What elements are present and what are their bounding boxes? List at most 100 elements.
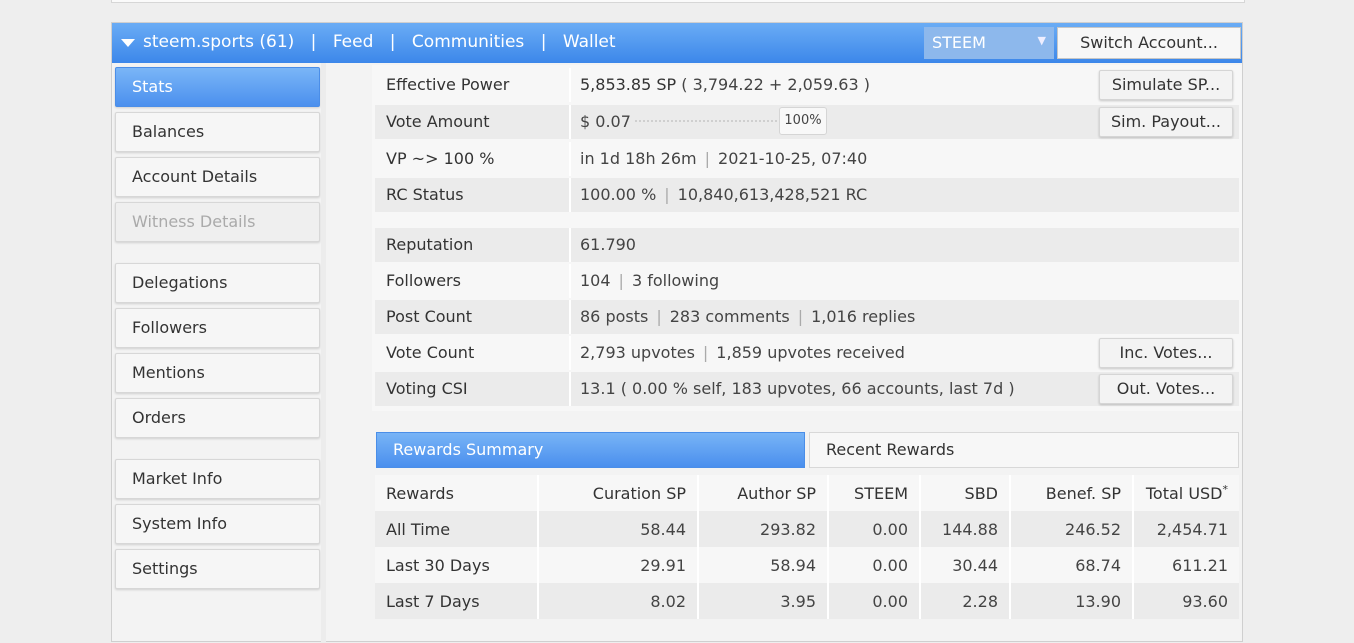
communities-link[interactable]: Communities [412, 32, 524, 52]
sidebar-item-account-details[interactable]: Account Details [115, 157, 320, 197]
stat-row-effective-power: Effective Power 5,853.85 SP ( 3,794.22 +… [375, 68, 1239, 102]
inc-votes-button[interactable]: Inc. Votes... [1099, 338, 1233, 368]
vote-weight-percent[interactable]: 100% [779, 107, 827, 135]
stat-row-followers: Followers 104 | 3 following [375, 264, 1239, 298]
account-header: steem.sports (61) | Feed | Communities |… [112, 23, 1242, 63]
out-votes-button[interactable]: Out. Votes... [1099, 374, 1233, 404]
column-header: Curation SP [538, 475, 699, 511]
rc-amount: 10,840,613,428,521 RC [677, 185, 868, 204]
curation-sp-cell: 58.44 [538, 511, 699, 547]
stat-row-voting-csi: Voting CSI 13.1 ( 0.00 % self, 183 upvot… [375, 372, 1239, 406]
stat-value: 86 posts | 283 comments | 1,016 replies [580, 300, 915, 334]
value-separator: | [704, 149, 711, 168]
stat-label: Vote Count [375, 336, 571, 370]
sidebar-item-settings[interactable]: Settings [115, 549, 320, 589]
collapse-caret-icon[interactable] [121, 39, 135, 47]
stat-row-vote-count: Vote Count 2,793 upvotes | 1,859 upvotes r… [375, 336, 1239, 370]
stat-label: Post Count [375, 300, 571, 334]
total-usd-label: Total USD [1145, 483, 1223, 503]
stat-value: 100.00 % | 10,840,613,428,521 RC [580, 178, 867, 212]
benef-sp-cell: 13.90 [1010, 583, 1134, 619]
row-period: Last 30 Days [375, 547, 539, 583]
sim-payout-button[interactable]: Sim. Payout... [1099, 107, 1233, 137]
followers-count: 104 [580, 271, 611, 290]
sbd-cell: 30.44 [920, 547, 1011, 583]
sbd-cell: 2.28 [920, 583, 1011, 619]
column-header: Author SP [698, 475, 829, 511]
rewards-summary-table: Rewards Curation SP Author SP STEEM SBD … [375, 475, 1239, 619]
sidebar-item-followers[interactable]: Followers [115, 308, 320, 348]
author-sp-cell: 3.95 [698, 583, 829, 619]
steem-cell: 0.00 [828, 583, 921, 619]
total-usd-cell: 611.21 [1133, 547, 1239, 583]
sidebar-item-orders[interactable]: Orders [115, 398, 320, 438]
replies-count: 1,016 replies [811, 307, 916, 326]
stat-label: Followers [375, 264, 571, 298]
table-row: Last 7 Days 8.02 3.95 0.00 2.28 13.90 93… [375, 583, 1239, 619]
table-row: Last 30 Days 29.91 58.94 0.00 30.44 68.7… [375, 547, 1239, 583]
effective-power-breakdown: ( 3,794.22 + 2,059.63 ) [681, 75, 870, 94]
sidebar-item-witness-details: Witness Details [115, 202, 320, 242]
column-header: Benef. SP [1010, 475, 1134, 511]
tab-rewards-summary[interactable]: Rewards Summary [376, 432, 805, 468]
author-sp-cell: 58.94 [698, 547, 829, 583]
sidebar-item-delegations[interactable]: Delegations [115, 263, 320, 303]
benef-sp-cell: 68.74 [1010, 547, 1134, 583]
vote-amount-value: $ 0.07 [580, 112, 631, 131]
vote-weight-slider[interactable] [635, 120, 777, 122]
total-usd-footnote-marker: * [1222, 482, 1229, 496]
simulate-sp-button[interactable]: Simulate SP... [1099, 70, 1233, 100]
switch-account-button[interactable]: Switch Account... [1057, 27, 1241, 59]
currency-select-value: STEEM [932, 33, 986, 52]
top-panel-edge [111, 0, 1245, 3]
posts-count: 86 posts [580, 307, 649, 326]
stat-value: 104 | 3 following [580, 264, 719, 298]
stat-value: 5,853.85 SP ( 3,794.22 + 2,059.63 ) [580, 68, 870, 102]
dropdown-arrow-icon: ▼ [1037, 34, 1046, 47]
sidebar-item-system-info[interactable]: System Info [115, 504, 320, 544]
stat-value: 2,793 upvotes | 1,859 upvotes received [580, 336, 905, 370]
value-separator: | [702, 343, 709, 362]
nav-separator: | [310, 32, 317, 52]
total-usd-cell: 93.60 [1133, 583, 1239, 619]
table-row: All Time 58.44 293.82 0.00 144.88 246.52… [375, 511, 1239, 547]
sidebar-item-market-info[interactable]: Market Info [115, 459, 320, 499]
stat-row-rc-status: RC Status 100.00 % | 10,840,613,428,521 RC [375, 178, 1239, 212]
vp-time-remaining: in 1d 18h 26m [580, 149, 697, 168]
total-usd-cell: 2,454.71 [1133, 511, 1239, 547]
sidebar-item-mentions[interactable]: Mentions [115, 353, 320, 393]
curation-sp-cell: 8.02 [538, 583, 699, 619]
rc-percent: 100.00 % [580, 185, 657, 204]
sidebar-divider [321, 63, 326, 643]
tab-recent-rewards[interactable]: Recent Rewards [809, 432, 1239, 468]
currency-select[interactable]: STEEM ▼ [924, 27, 1054, 59]
curation-sp-cell: 29.91 [538, 547, 699, 583]
sbd-cell: 144.88 [920, 511, 1011, 547]
value-separator: | [656, 307, 662, 326]
author-sp-cell: 293.82 [698, 511, 829, 547]
column-header: SBD [920, 475, 1011, 511]
sidebar-item-balances[interactable]: Balances [115, 112, 320, 152]
voting-csi-value: 13.1 ( 0.00 % self, 183 upvotes, 66 acco… [580, 379, 1015, 398]
steem-cell: 0.00 [828, 547, 921, 583]
stat-value: in 1d 18h 26m | 2021-10-25, 07:40 [580, 142, 867, 176]
sidebar-item-stats[interactable]: Stats [115, 67, 320, 107]
stat-label: RC Status [375, 178, 571, 212]
stat-label: VP ~> 100 % [375, 142, 571, 176]
nav-separator: | [540, 32, 547, 52]
stat-label: Reputation [375, 228, 571, 262]
feed-link[interactable]: Feed [333, 32, 374, 52]
account-name-link[interactable]: steem.sports (61) [143, 32, 294, 52]
column-header: STEEM [828, 475, 921, 511]
value-separator: | [664, 185, 670, 204]
stats-table: Effective Power 5,853.85 SP ( 3,794.22 +… [372, 65, 1242, 411]
upvotes-count: 2,793 upvotes [580, 343, 695, 362]
wallet-link[interactable]: Wallet [563, 32, 616, 52]
column-header: Rewards [375, 475, 539, 511]
comments-count: 283 comments [669, 307, 790, 326]
wallet-panel: steem.sports (61) | Feed | Communities |… [111, 22, 1243, 643]
value-separator: | [797, 307, 804, 326]
nav-separator: | [389, 32, 396, 52]
column-header-total-usd: Total USD* [1133, 475, 1239, 511]
benef-sp-cell: 246.52 [1010, 511, 1134, 547]
